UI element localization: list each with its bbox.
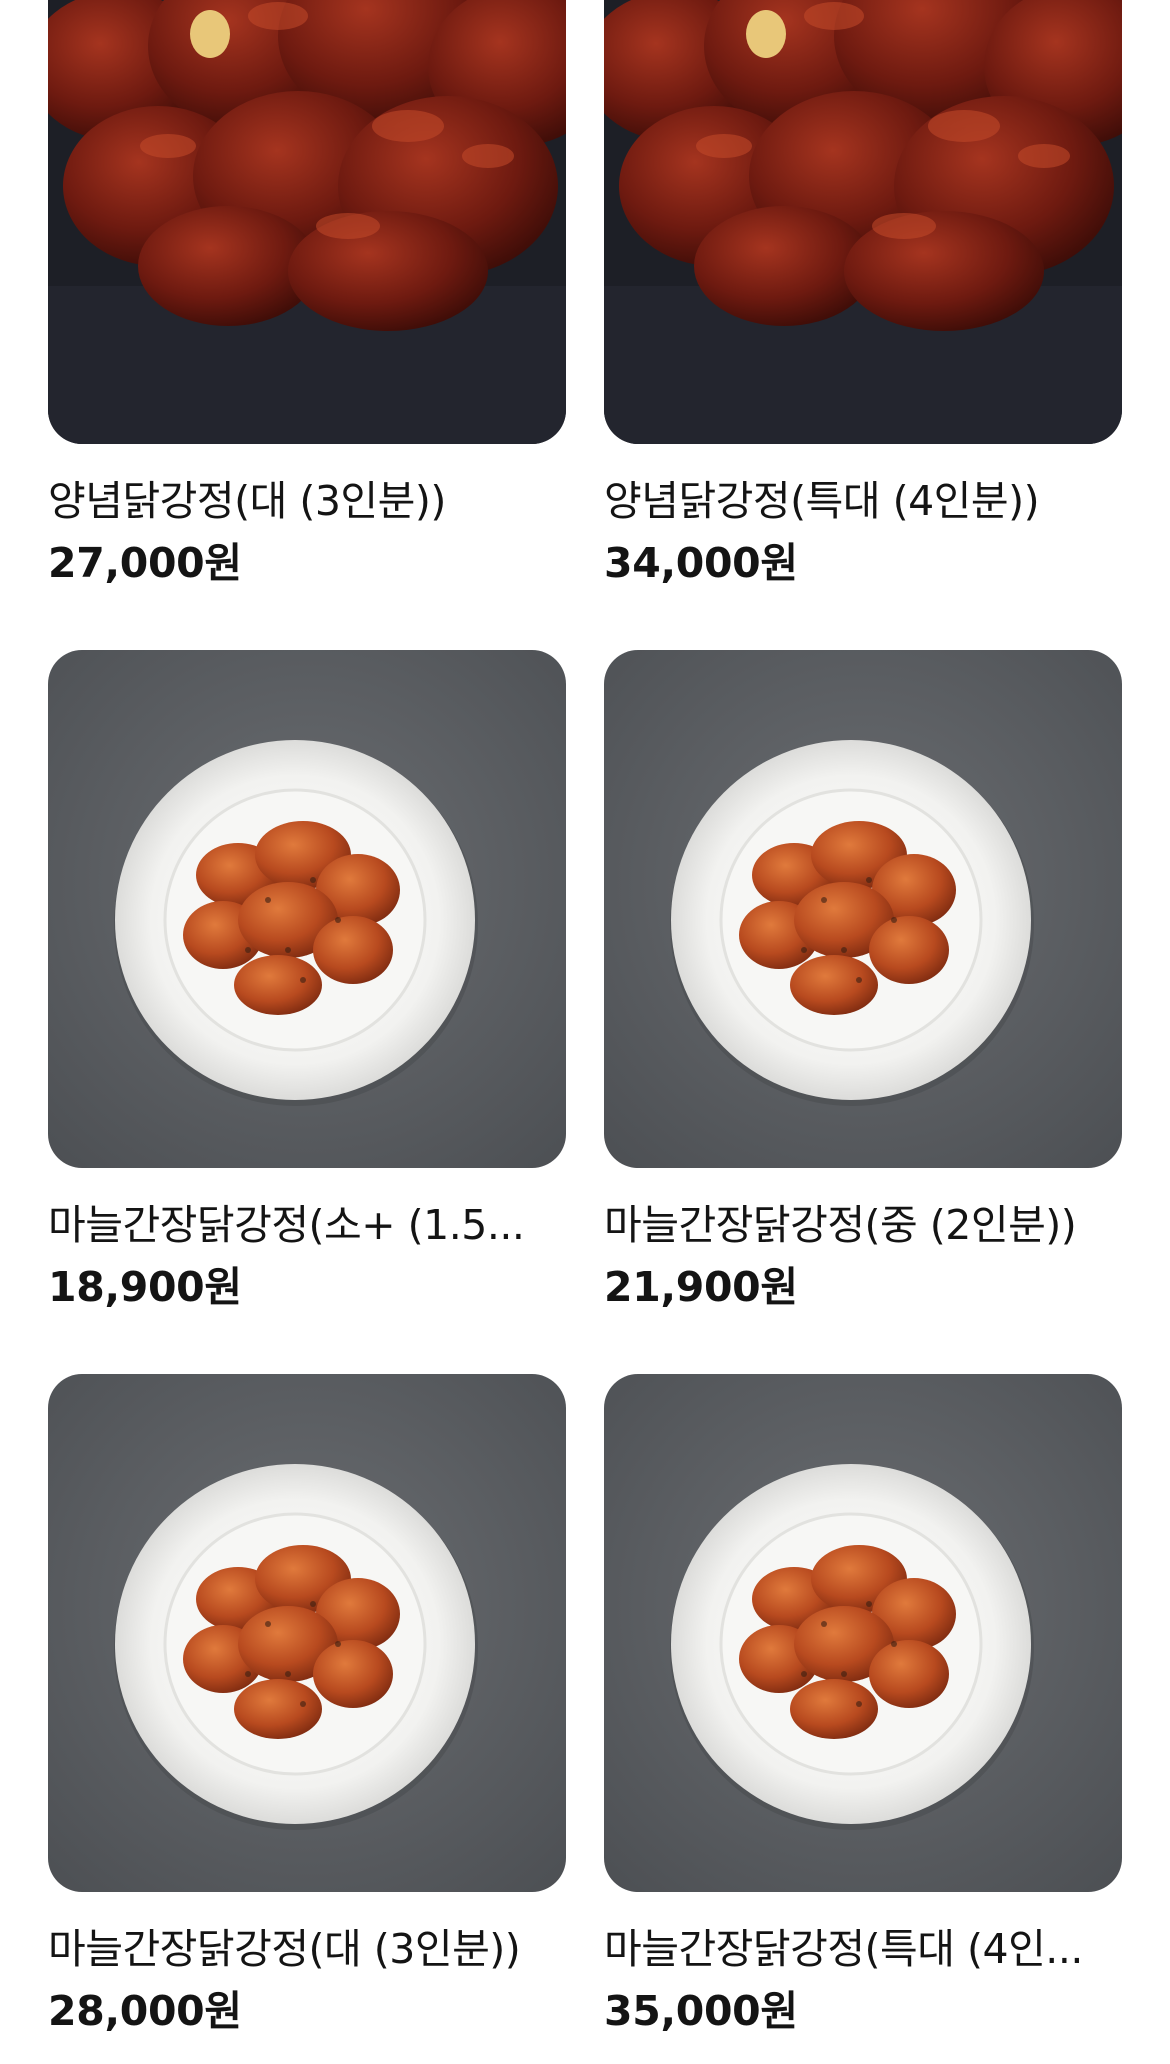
menu-item-card[interactable]: 양념닭강정(특대 (4인분)) 34,000원 <box>604 0 1122 590</box>
menu-item-name: 양념닭강정(특대 (4인분)) <box>604 477 1040 525</box>
menu-item-price: 34,000원 <box>604 539 798 587</box>
menu-item-price: 18,900원 <box>48 1263 242 1311</box>
food-photo <box>48 1374 566 1892</box>
menu-item-name: 마늘간장닭강정(중 (2인분)) <box>604 1201 1077 1249</box>
menu-item-name: 마늘간장닭강정(대 (3인분)) <box>48 1925 521 1973</box>
menu-item-name: 양념닭강정(대 (3인분)) <box>48 477 446 525</box>
menu-item-card[interactable]: 마늘간장닭강정(소+ (1.5... 18,900원 <box>48 650 566 1314</box>
food-photo <box>604 0 1122 444</box>
menu-item-card[interactable]: 마늘간장닭강정(중 (2인분)) 21,900원 <box>604 650 1122 1314</box>
menu-item-price: 21,900원 <box>604 1263 798 1311</box>
menu-item-price: 28,000원 <box>48 1987 242 2035</box>
menu-item-name: 마늘간장닭강정(소+ (1.5... <box>48 1201 525 1249</box>
food-photo <box>604 650 1122 1168</box>
menu-grid: 양념닭강정(대 (3인분)) 27,000원 양념닭강정(특대 (4인분)) 3… <box>48 0 1122 2038</box>
food-photo <box>604 1374 1122 1892</box>
menu-item-name: 마늘간장닭강정(특대 (4인... <box>604 1925 1083 1973</box>
menu-item-card[interactable]: 양념닭강정(대 (3인분)) 27,000원 <box>48 0 566 590</box>
menu-item-price: 27,000원 <box>48 539 242 587</box>
menu-item-card[interactable]: 마늘간장닭강정(대 (3인분)) 28,000원 <box>48 1374 566 2038</box>
food-photo <box>48 650 566 1168</box>
menu-item-card[interactable]: 마늘간장닭강정(특대 (4인... 35,000원 <box>604 1374 1122 2038</box>
food-photo <box>48 0 566 444</box>
menu-item-price: 35,000원 <box>604 1987 798 2035</box>
